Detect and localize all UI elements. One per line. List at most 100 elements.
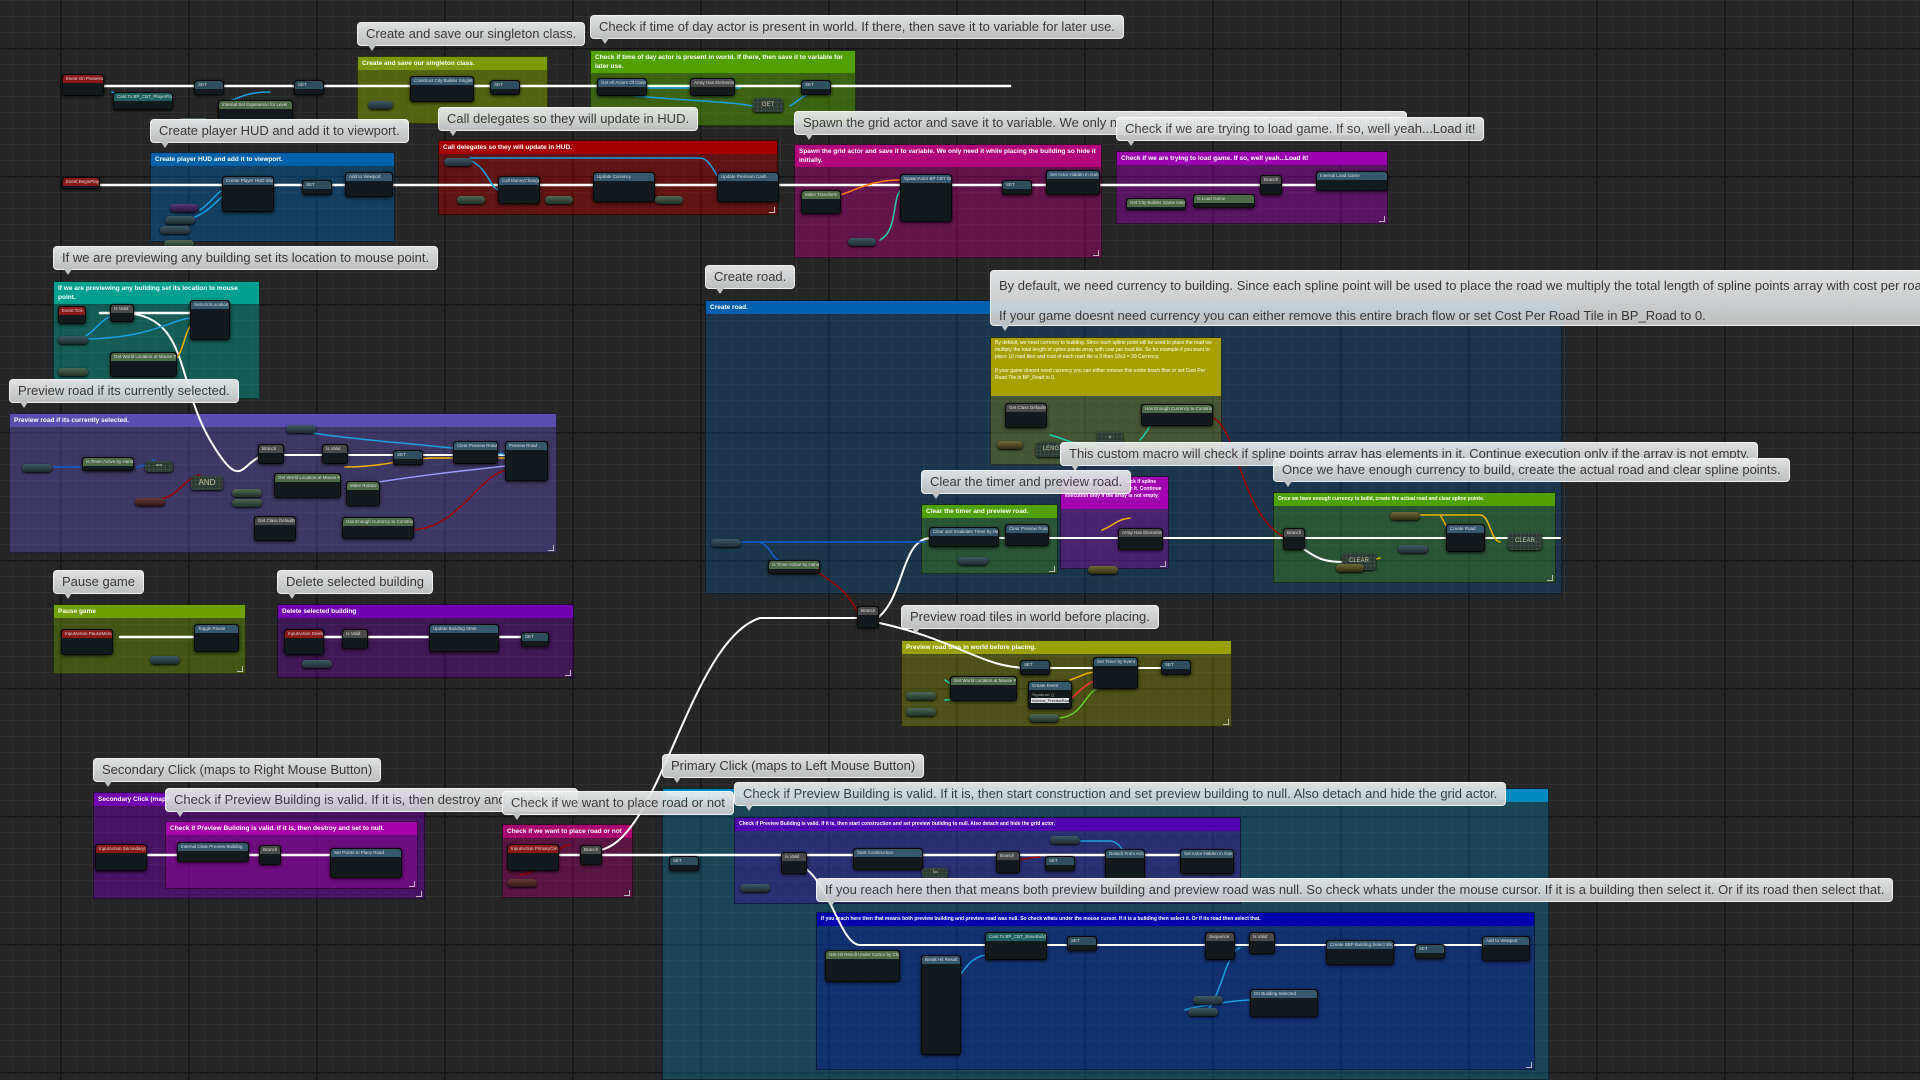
variable-getter[interactable] <box>170 204 198 212</box>
node-event-beginplay[interactable]: Event BeginPlay <box>62 177 100 189</box>
node-create-player-hud-widget[interactable]: Create Player HUD Widget <box>222 176 274 212</box>
node-construct-singleton[interactable]: Construct City Builder Singleton <box>410 76 474 102</box>
node-array-get[interactable]: GET <box>753 98 783 112</box>
variable-getter[interactable] <box>997 441 1023 449</box>
node-clear-and-invalidate-timer[interactable]: Clear and Invalidate Timer by Handle <box>929 527 999 547</box>
node-is-valid[interactable]: Is Valid <box>1249 932 1275 954</box>
node-get-world-location-mouse[interactable]: Get World Location at Mouse Point <box>274 473 341 498</box>
node-preview-road[interactable]: Preview Road <box>505 441 548 481</box>
node-make-rotator[interactable]: Make Rotator <box>346 481 380 506</box>
node-set[interactable]: SET <box>1161 660 1191 675</box>
node-update-building-state[interactable]: Update Building State <box>429 624 499 652</box>
node-and[interactable]: AND <box>191 476 223 490</box>
create-event-function-select[interactable]: Internal_PreviewRoad() <box>1031 698 1074 703</box>
variable-getter[interactable] <box>1188 1008 1218 1016</box>
variable-getter[interactable] <box>457 196 485 204</box>
variable-getter[interactable] <box>160 226 190 234</box>
node-clear-preview-road[interactable]: Clear Preview Road <box>1005 524 1049 546</box>
node-get-world-location-mouse[interactable]: Get World Location at Mouse Point <box>110 352 177 377</box>
node-is-valid[interactable]: Is Valid <box>342 629 368 649</box>
node-get-class-defaults[interactable]: Get Class Defaults <box>254 516 296 541</box>
node-branch[interactable]: Branch <box>996 851 1020 873</box>
variable-getter[interactable] <box>368 101 393 109</box>
variable-getter[interactable] <box>232 489 262 497</box>
variable-getter[interactable] <box>655 196 683 204</box>
node-set[interactable]: SET <box>801 80 831 95</box>
node-set-actor-hidden[interactable]: Set Actor Hidden In Game <box>1046 170 1100 195</box>
variable-getter[interactable] <box>302 660 332 668</box>
node-create-road[interactable]: Create Road <box>1446 524 1485 552</box>
variable-getter[interactable] <box>58 368 88 376</box>
node-create-event[interactable]: Create Event Signature: () Internal_Prev… <box>1028 681 1074 709</box>
node-has-enough-currency[interactable]: Has Enough Currency to Construct <box>342 517 414 539</box>
variable-getter[interactable] <box>58 336 88 344</box>
variable-getter[interactable] <box>906 708 936 716</box>
variable-getter[interactable] <box>22 464 52 472</box>
variable-getter[interactable] <box>507 879 537 887</box>
node-set[interactable]: SET <box>1415 944 1445 959</box>
node-make-transform[interactable]: Make Transform <box>801 190 841 214</box>
variable-getter[interactable] <box>740 884 770 892</box>
node-internal-clear-preview-building[interactable]: Internal Clear Preview Building <box>177 842 249 862</box>
node-start-construction[interactable]: Start Construction <box>853 848 923 870</box>
node-event-tick[interactable]: Event Tick <box>58 306 86 324</box>
node-create-building-select-widget[interactable]: Create BBP Building Select Widget <box>1326 940 1394 965</box>
node-cast-to-playerpawn[interactable]: Cast To BP_CBT_PlayerPawn <box>113 92 173 110</box>
variable-getter[interactable] <box>232 499 262 507</box>
node-input-primary-click[interactable]: InputAction PrimaryClick <box>507 844 559 871</box>
node-is-timer-active[interactable]: Is Timer Active by Handle <box>82 457 134 471</box>
node-set[interactable]: SET <box>302 180 332 195</box>
node-equal[interactable]: == <box>145 461 173 472</box>
variable-getter[interactable] <box>1193 996 1223 1004</box>
node-add-to-viewport[interactable]: Add to Viewport <box>1482 936 1530 961</box>
variable-getter[interactable] <box>150 656 180 664</box>
node-set[interactable]: SET <box>669 856 699 871</box>
variable-getter[interactable] <box>286 425 316 433</box>
node-branch[interactable]: Branch <box>857 606 879 628</box>
node-get-class-defaults[interactable]: Get Class Defaults <box>1005 403 1047 428</box>
variable-getter[interactable] <box>906 692 936 700</box>
variable-getter[interactable] <box>1050 836 1080 844</box>
node-set[interactable]: SET <box>1020 660 1050 675</box>
node-set-timer-by-event[interactable]: Set Timer by Event <box>1093 657 1138 689</box>
node-add-to-viewport[interactable]: Add to Viewport <box>345 172 393 197</box>
node-is-valid[interactable]: Is Valid <box>781 852 807 874</box>
variable-getter[interactable] <box>958 557 988 565</box>
variable-getter[interactable] <box>165 216 195 224</box>
variable-getter[interactable] <box>444 158 472 166</box>
node-clear-preview-road[interactable]: Clear Preview Road <box>453 441 498 464</box>
node-branch[interactable]: Branch <box>580 845 602 865</box>
node-set[interactable]: SET <box>194 80 224 95</box>
node-is-load-game[interactable]: Is Load Game <box>1193 194 1255 208</box>
variable-getter[interactable] <box>711 539 741 547</box>
node-update-premium-cash[interactable]: Update Premium Cash <box>717 172 779 202</box>
node-clear-array[interactable]: CLEAR <box>1508 533 1542 550</box>
node-get-world-location-mouse[interactable]: Get World Location at Mouse Point <box>950 676 1017 701</box>
node-set[interactable]: SET <box>294 80 324 95</box>
node-event-on-possess[interactable]: Event On Possess <box>62 74 104 96</box>
node-set[interactable]: SET <box>490 80 520 95</box>
variable-getter[interactable] <box>545 196 573 204</box>
node-set-points-to-place-road[interactable]: Set Points to Place Road <box>330 848 402 878</box>
blueprint-graph-canvas[interactable]: Create and save our singleton class. Che… <box>0 0 1920 1080</box>
node-get-hit-result-under-cursor[interactable]: Get Hit Result Under Cursor by Channel <box>825 950 900 982</box>
node-not-equal[interactable]: != <box>922 868 948 878</box>
node-toggle-pause[interactable]: Toggle Pause <box>194 624 239 652</box>
node-internal-set-experience[interactable]: Internal Set Experience for Level <box>218 100 293 120</box>
node-internal-load-game[interactable]: Internal Load Game <box>1316 171 1388 191</box>
node-set[interactable]: SET <box>1045 856 1075 871</box>
variable-getter[interactable] <box>848 238 876 246</box>
variable-getter[interactable] <box>1088 566 1118 574</box>
variable-getter[interactable] <box>1336 564 1364 572</box>
node-is-timer-active[interactable]: Is Timer Active by Handle <box>768 560 820 574</box>
node-get-all-actors-of-class[interactable]: Get All Actors Of Class <box>597 78 647 96</box>
node-cast-to-base-building[interactable]: Cast To BP_CBT_BaseBuilding <box>985 932 1047 960</box>
variable-getter[interactable] <box>1390 512 1420 520</box>
node-branch[interactable]: Branch <box>1283 528 1305 550</box>
node-input-delete[interactable]: InputAction Delete <box>284 629 324 655</box>
node-spawn-grid-actor[interactable]: SpawnActor BP CBT Grid <box>900 174 952 222</box>
variable-getter[interactable] <box>1029 714 1059 722</box>
node-set[interactable]: SET <box>1002 180 1032 195</box>
node-branch[interactable]: Branch <box>258 444 284 464</box>
node-call-money-changed[interactable]: Call MoneyChanged <box>498 176 540 204</box>
